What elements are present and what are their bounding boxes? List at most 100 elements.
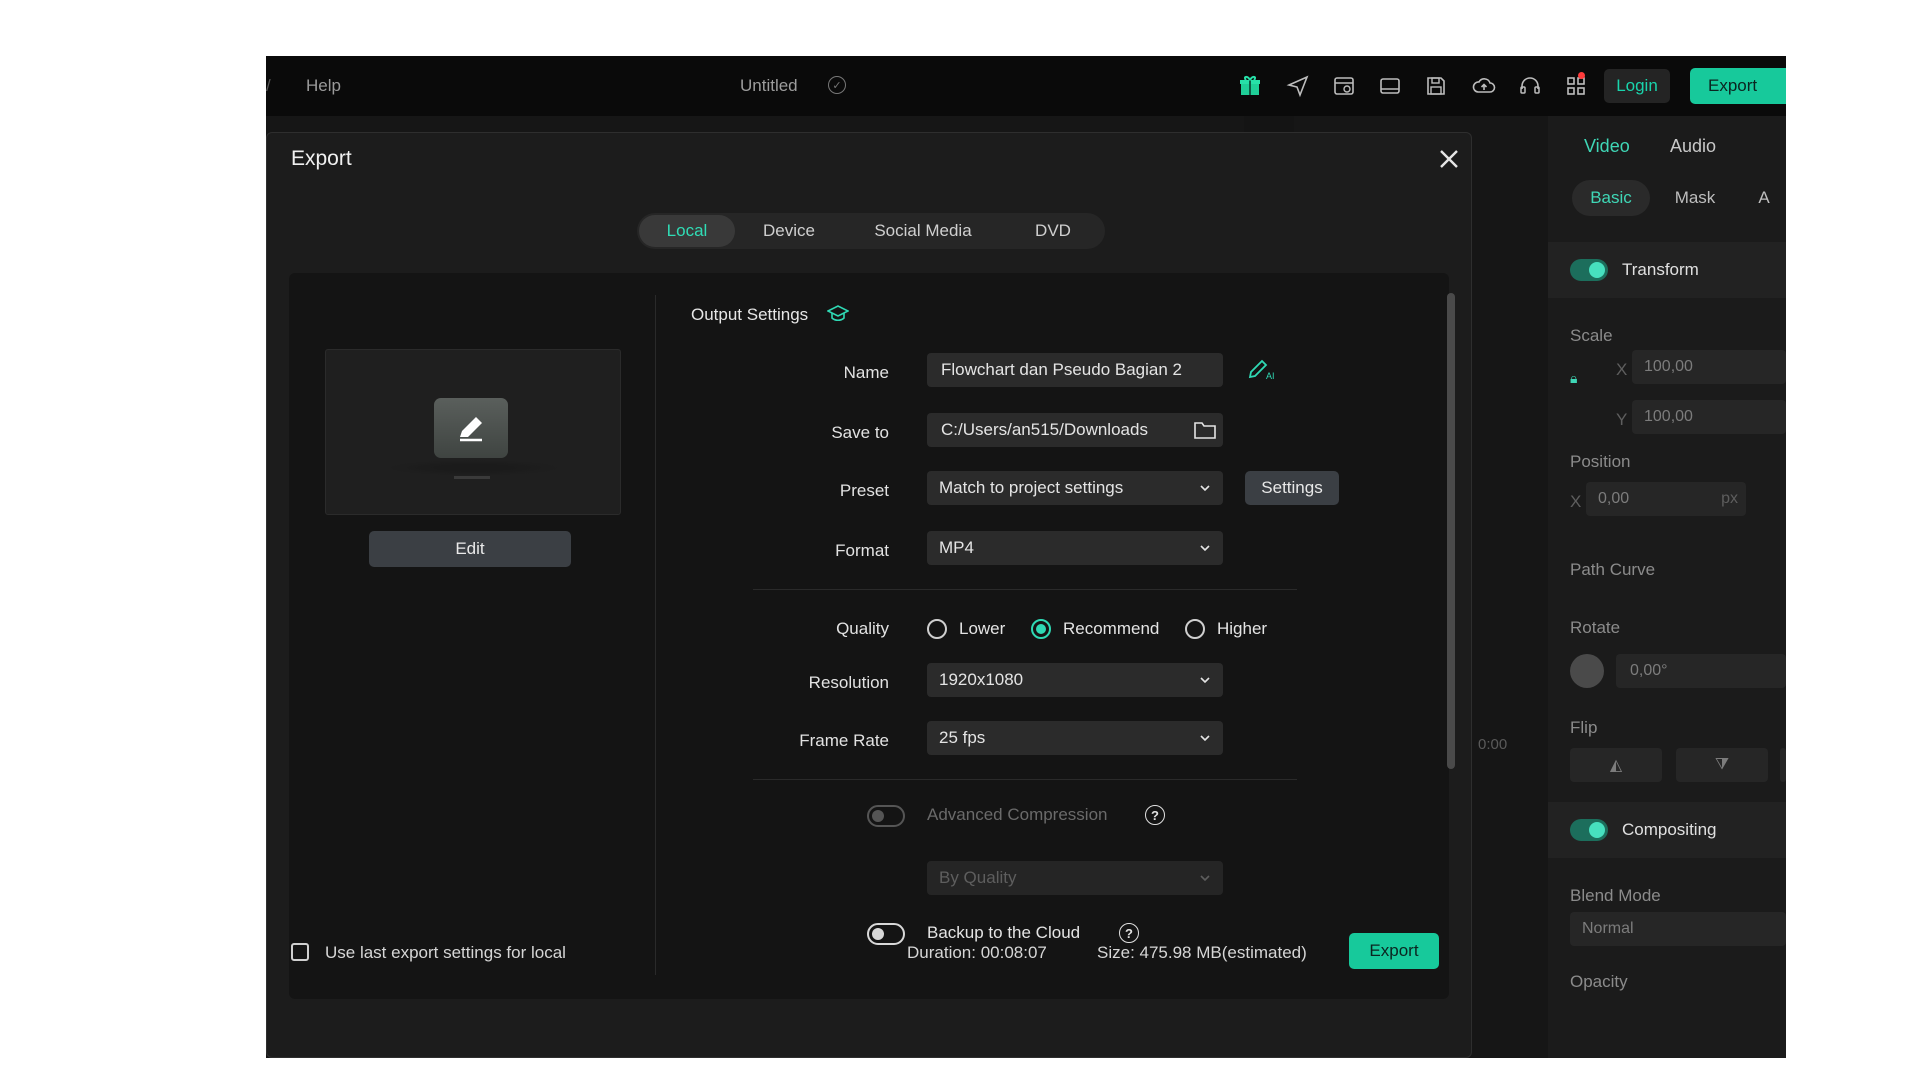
format-label: Format [835, 541, 889, 560]
export-button[interactable]: Export [1349, 933, 1439, 969]
size-text: Size: 475.98 MB(estimated) [1097, 943, 1307, 962]
lock-icon[interactable]: 🔒︎ [1570, 370, 1577, 387]
thumbnail-bar [454, 476, 490, 479]
scale-y-input[interactable]: 100,00 [1632, 400, 1786, 434]
scale-label: Scale [1570, 326, 1613, 345]
help-icon[interactable]: ? [1145, 805, 1165, 825]
svg-text:AI: AI [1266, 371, 1275, 381]
scale-x-input[interactable]: 100,00 [1632, 350, 1786, 384]
quality-label: Quality [836, 619, 889, 638]
position-x-input[interactable]: 0,00 px [1586, 482, 1746, 516]
compression-mode-value: By Quality [939, 868, 1017, 887]
transform-toggle[interactable] [1570, 259, 1608, 281]
tab-dvd[interactable]: DVD [1005, 215, 1101, 247]
apps-grid-icon[interactable] [1562, 72, 1590, 100]
resolution-label: Resolution [808, 673, 889, 692]
edit-button[interactable]: Edit [369, 531, 571, 567]
subtab-basic[interactable]: Basic [1572, 180, 1650, 216]
frame-rate-value: 25 fps [939, 728, 986, 747]
top-export-label: Export [1708, 76, 1758, 95]
chevron-down-icon [1200, 875, 1210, 882]
tab-local[interactable]: Local [639, 215, 735, 247]
tab-device[interactable]: Device [737, 215, 841, 247]
subtab-more[interactable]: A [1744, 180, 1784, 216]
flip-vertical-icon[interactable]: ⧩ [1676, 748, 1768, 782]
use-last-settings-checkbox[interactable] [291, 943, 309, 961]
tab-audio[interactable]: Audio [1670, 136, 1716, 157]
position-x-value: 0,00 [1598, 490, 1630, 507]
preview-timecode: 0:00 [1478, 736, 1508, 753]
blend-mode-select[interactable]: Normal [1570, 912, 1786, 946]
help-icon[interactable]: ? [1119, 923, 1139, 943]
export-tabs: Local Device Social Media DVD [637, 213, 1105, 249]
edit-pencil-icon [434, 398, 508, 458]
advanced-compression-toggle[interactable] [867, 805, 905, 827]
top-bar: / Help Untitled ✓ Login Export [266, 56, 1786, 116]
compositing-section[interactable]: Compositing [1548, 802, 1786, 858]
save-to-path: C:/Users/an515/Downloads [941, 420, 1148, 439]
preset-select[interactable]: Match to project settings [927, 471, 1223, 505]
close-icon[interactable] [1435, 145, 1463, 173]
save-to-input[interactable]: C:/Users/an515/Downloads [927, 413, 1223, 447]
layout-icon[interactable] [1376, 72, 1404, 100]
name-label: Name [843, 363, 889, 382]
settings-button[interactable]: Settings [1245, 471, 1339, 505]
graduation-cap-icon[interactable] [826, 303, 850, 330]
send-icon[interactable] [1284, 72, 1312, 100]
quality-higher-radio[interactable] [1185, 619, 1205, 639]
chevron-down-icon [1200, 545, 1210, 552]
chevron-down-icon [1200, 735, 1210, 742]
rotate-input[interactable]: 0,00° [1616, 654, 1786, 688]
thumbnail-shadow [386, 460, 562, 476]
transform-section[interactable]: Transform [1548, 242, 1786, 298]
save-to-label: Save to [831, 423, 889, 442]
cloud-upload-icon[interactable] [1470, 72, 1498, 100]
chevron-down-icon [1200, 677, 1210, 684]
section-divider [753, 779, 1297, 780]
output-settings-label: Output Settings [691, 305, 809, 324]
notification-dot [1578, 72, 1585, 79]
top-export-button[interactable]: Export [1690, 68, 1786, 104]
preset-value: Match to project settings [939, 478, 1124, 497]
resolution-select[interactable]: 1920x1080 [927, 663, 1223, 697]
flip-label: Flip [1570, 718, 1598, 737]
frame-rate-label: Frame Rate [799, 731, 889, 750]
login-button[interactable]: Login [1604, 69, 1670, 103]
panel-divider [655, 295, 656, 975]
properties-panel: Video Audio Basic Mask A Transform Scale… [1548, 116, 1786, 1058]
quality-higher-label: Higher [1217, 619, 1268, 638]
quality-lower-radio[interactable] [927, 619, 947, 639]
format-select[interactable]: MP4 [927, 531, 1223, 565]
headset-icon[interactable] [1516, 72, 1544, 100]
subtab-mask[interactable]: Mask [1656, 180, 1734, 216]
flip-horizontal-icon[interactable]: ◭ [1570, 748, 1662, 782]
preset-label: Preset [839, 481, 889, 500]
quality-recommend-label: Recommend [1063, 619, 1160, 638]
backup-cloud-toggle[interactable] [867, 923, 905, 945]
quality-lower-label: Lower [959, 619, 1006, 638]
quality-recommend-radio[interactable] [1031, 619, 1051, 639]
duration-text: Duration: 00:08:07 [907, 943, 1047, 962]
name-input[interactable]: Flowchart dan Pseudo Bagian 2 [927, 353, 1223, 387]
menu-separator: / [266, 76, 271, 95]
save-icon[interactable] [1422, 72, 1450, 100]
folder-icon[interactable] [1193, 419, 1217, 446]
rotate-dial[interactable] [1570, 654, 1604, 688]
settings-scrollbar[interactable] [1447, 293, 1455, 769]
position-x-label: X [1570, 492, 1582, 511]
dialog-title: Export [291, 147, 352, 170]
compositing-toggle[interactable] [1570, 819, 1608, 841]
template-icon[interactable] [1330, 72, 1358, 100]
section-divider [753, 589, 1297, 590]
tab-video[interactable]: Video [1584, 136, 1630, 157]
ai-rename-icon[interactable]: AI [1247, 357, 1277, 386]
blend-mode-label: Blend Mode [1570, 886, 1661, 905]
backup-cloud-label: Backup to the Cloud [927, 923, 1081, 942]
flip-more-button[interactable] [1780, 748, 1786, 782]
menu-help[interactable]: Help [306, 76, 341, 96]
gift-icon[interactable] [1236, 72, 1264, 100]
frame-rate-select[interactable]: 25 fps [927, 721, 1223, 755]
scale-y-label: Y [1616, 410, 1628, 429]
resolution-value: 1920x1080 [939, 670, 1024, 689]
tab-social-media[interactable]: Social Media [843, 215, 1003, 247]
